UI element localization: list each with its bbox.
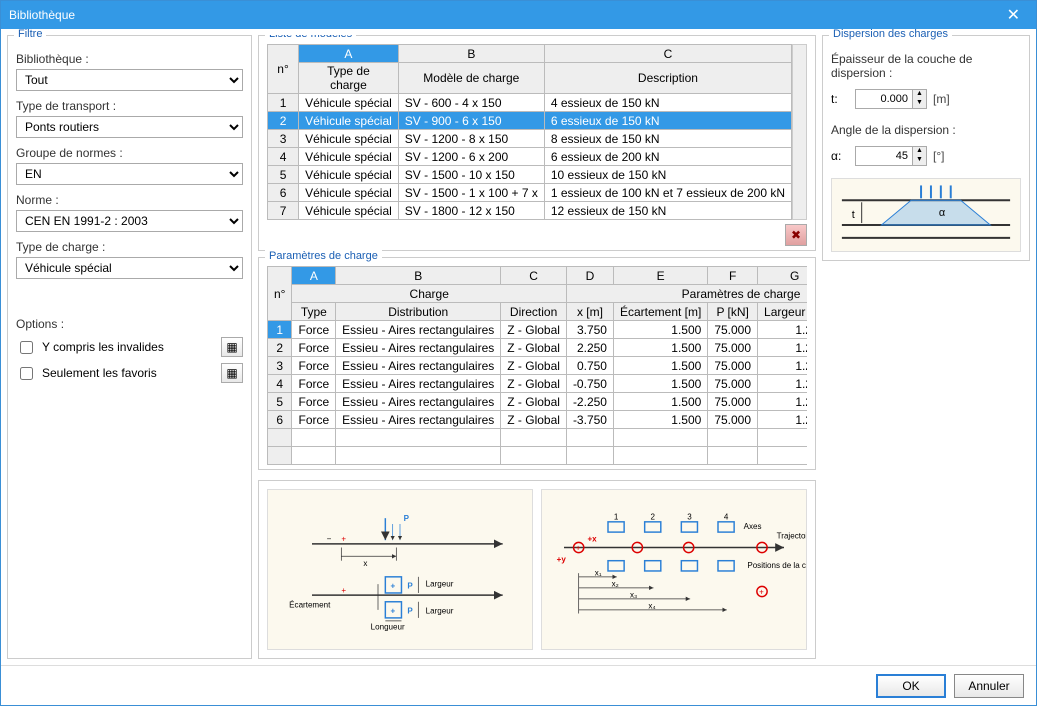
svg-text:3: 3 [687, 513, 692, 522]
dispersion-diagram: t α [831, 178, 1021, 252]
svg-text:+: + [576, 543, 581, 552]
filter-title: Filtre [14, 29, 46, 40]
spin-up-icon: ▲ [912, 147, 926, 156]
svg-text:x₃: x₃ [630, 590, 637, 599]
table-row[interactable]: 2Véhicule spécialSV - 900 - 6 x 1506 ess… [268, 112, 792, 130]
svg-text:P: P [407, 607, 413, 616]
svg-text:+: + [759, 587, 764, 596]
norm-combo[interactable]: CEN EN 1991-2 : 2003 [16, 210, 243, 232]
models-title: Liste de modèles [265, 35, 356, 40]
a-label: α: [831, 149, 849, 163]
svg-text:x₁: x₁ [595, 568, 602, 577]
table-row[interactable]: 1Véhicule spécialSV - 600 - 4 x 1504 ess… [268, 94, 792, 112]
svg-text:Trajectoire: Trajectoire [777, 532, 806, 541]
close-icon[interactable]: ✕ [999, 5, 1028, 25]
svg-text:+x: +x [587, 535, 597, 544]
svg-text:+: + [341, 586, 346, 595]
cancel-button[interactable]: Annuler [954, 674, 1024, 698]
norm-label: Norme : [16, 193, 243, 207]
svg-text:Positions de la charge: Positions de la charge [747, 561, 806, 570]
delete-model-button[interactable]: ✖ [785, 224, 807, 246]
svg-text:P: P [404, 514, 410, 523]
load-diagram-left: − + P x [267, 489, 533, 650]
table-row[interactable]: 5ForceEssieu - Aires rectangulairesZ - G… [268, 393, 808, 411]
svg-text:−: − [327, 535, 332, 544]
svg-text:P: P [407, 582, 413, 591]
include-invalid-checkbox[interactable]: Y compris les invalides [16, 338, 164, 357]
thickness-spinner[interactable]: ▲▼ [855, 89, 927, 109]
table-row[interactable]: 5Véhicule spécialSV - 1500 - 10 x 15010 … [268, 166, 792, 184]
svg-text:+y: +y [557, 555, 567, 564]
thickness-label: Épaisseur de la couche de dispersion : [831, 52, 1021, 80]
table-row[interactable]: 4Véhicule spécialSV - 1200 - 6 x 2006 es… [268, 148, 792, 166]
norm-group-label: Groupe de normes : [16, 146, 243, 160]
t-label: t: [831, 92, 849, 106]
svg-text:x₂: x₂ [612, 579, 619, 588]
table-row[interactable]: 1ForceEssieu - Aires rectangulairesZ - G… [268, 321, 808, 339]
table-row[interactable]: 4ForceEssieu - Aires rectangulairesZ - G… [268, 375, 808, 393]
svg-text:4: 4 [724, 513, 729, 522]
table-row[interactable]: 3Véhicule spécialSV - 1200 - 8 x 1508 es… [268, 130, 792, 148]
transport-label: Type de transport : [16, 99, 243, 113]
spin-down-icon: ▼ [912, 156, 926, 165]
models-grid[interactable]: n° A B C Type de charge Modèle de charge… [267, 44, 792, 220]
load-diagram-right: 1 2 3 4 Axes Trajectoire + +x +y [541, 489, 807, 650]
params-grid[interactable]: n° A BC DE FG H Charge Paramètres de cha… [267, 266, 807, 465]
table-row[interactable]: 2ForceEssieu - Aires rectangulairesZ - G… [268, 339, 808, 357]
svg-text:Axes: Axes [744, 522, 762, 531]
transport-combo[interactable]: Ponts routiers [16, 116, 243, 138]
svg-text:Longueur: Longueur [371, 623, 405, 632]
norm-group-combo[interactable]: EN [16, 163, 243, 185]
models-scrollbar[interactable] [792, 44, 807, 220]
svg-text:t: t [852, 209, 855, 221]
svg-text:+: + [390, 582, 395, 591]
dispersion-title: Dispersion des charges [829, 29, 952, 40]
svg-text:x: x [363, 559, 367, 568]
window-title: Bibliothèque [9, 8, 75, 22]
ok-button[interactable]: OK [876, 674, 946, 698]
svg-text:α: α [939, 207, 945, 219]
filter-icon-2[interactable]: ▦ [221, 363, 243, 383]
params-title: Paramètres de charge [265, 250, 382, 262]
svg-text:x₄: x₄ [648, 601, 655, 610]
filter-icon-1[interactable]: ▦ [221, 337, 243, 357]
only-favorites-checkbox[interactable]: Seulement les favoris [16, 364, 157, 383]
angle-spinner[interactable]: ▲▼ [855, 146, 927, 166]
options-label: Options : [16, 317, 243, 331]
svg-text:Largeur: Largeur [426, 579, 454, 588]
table-row[interactable]: 6Véhicule spécialSV - 1500 - 1 x 100 + 7… [268, 184, 792, 202]
title-bar: Bibliothèque ✕ [1, 1, 1036, 29]
svg-text:+: + [390, 607, 395, 616]
svg-text:+: + [341, 535, 346, 544]
svg-text:2: 2 [651, 513, 656, 522]
load-type-label: Type de charge : [16, 240, 243, 254]
table-row[interactable]: 6ForceEssieu - Aires rectangulairesZ - G… [268, 411, 808, 429]
library-combo[interactable]: Tout [16, 69, 243, 91]
angle-label: Angle de la dispersion : [831, 123, 1021, 137]
load-type-combo[interactable]: Véhicule spécial [16, 257, 243, 279]
svg-text:Largeur: Largeur [426, 607, 454, 616]
table-row[interactable]: 3ForceEssieu - Aires rectangulairesZ - G… [268, 357, 808, 375]
spin-up-icon: ▲ [912, 90, 926, 99]
library-label: Bibliothèque : [16, 52, 243, 66]
svg-text:Écartement: Écartement [289, 601, 331, 610]
spin-down-icon: ▼ [912, 99, 926, 108]
svg-text:1: 1 [614, 513, 619, 522]
table-row[interactable]: 7Véhicule spécialSV - 1800 - 12 x 15012 … [268, 202, 792, 220]
